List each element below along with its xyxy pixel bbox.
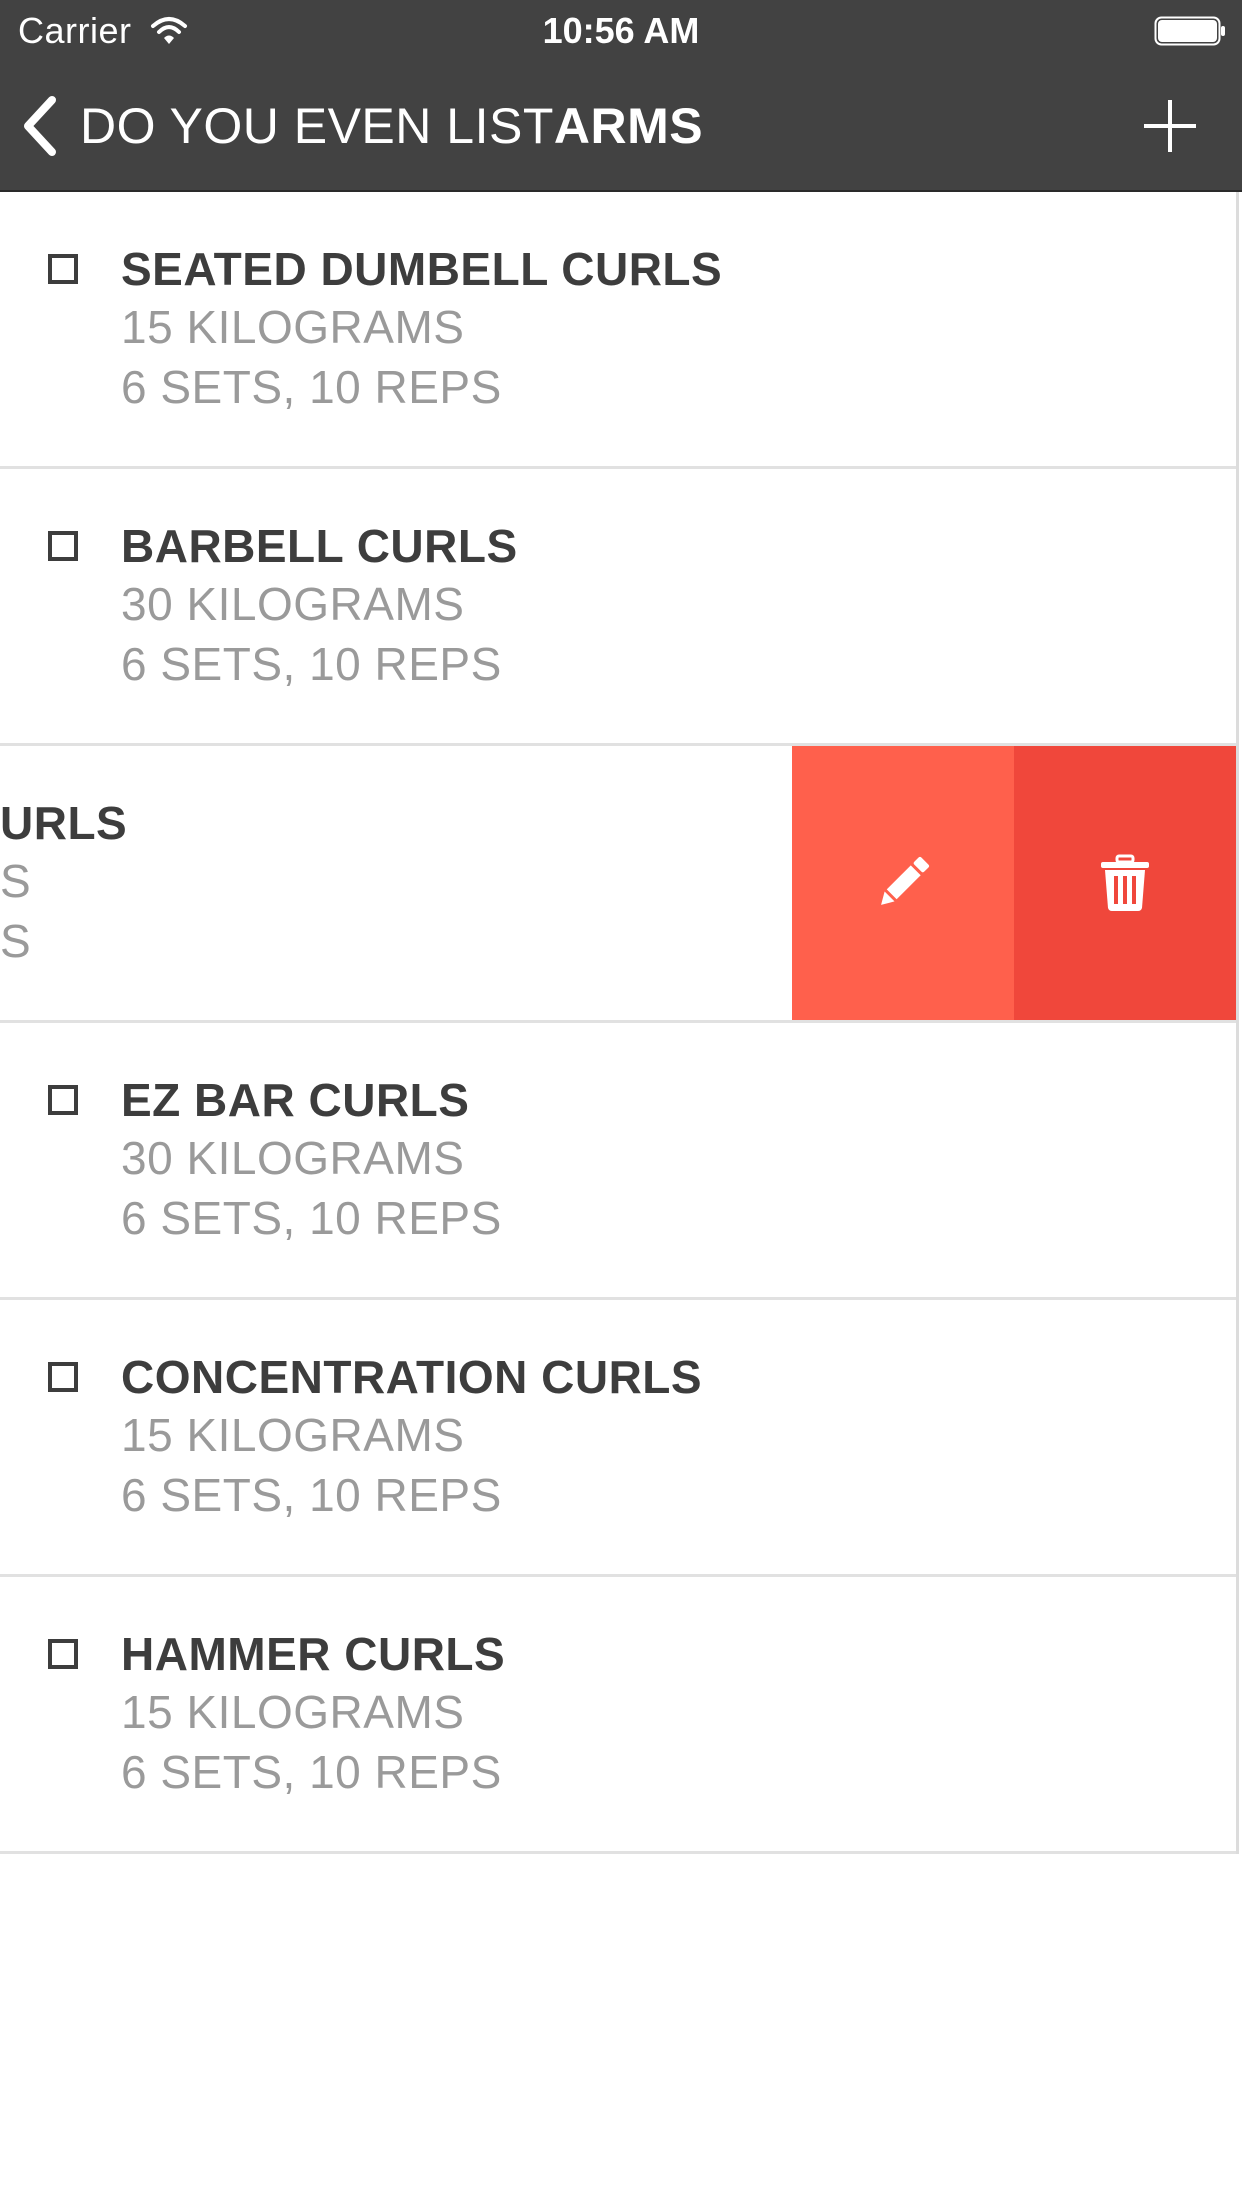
exercise-title: URLS xyxy=(0,797,128,849)
exercise-sets: 6 SETS, 10 REPS xyxy=(121,361,502,413)
status-bar: Carrier 10:56 AM xyxy=(0,0,1242,62)
exercise-weight: S xyxy=(0,855,32,907)
row-content: BARBELL CURLS 30 KILOGRAMS 6 SETS, 10 RE… xyxy=(0,469,1236,743)
swipe-actions xyxy=(792,746,1236,1020)
checkbox-unchecked-icon[interactable] xyxy=(48,1085,78,1115)
checkbox-unchecked-icon[interactable] xyxy=(48,531,78,561)
row-content: EZ BAR CURLS 30 KILOGRAMS 6 SETS, 10 REP… xyxy=(0,1023,1236,1297)
exercise-weight: 15 KILOGRAMS xyxy=(121,1686,465,1738)
page-title: DO YOU EVEN LISTARMS xyxy=(80,98,703,154)
list-item[interactable]: CONCENTRATION CURLS 15 KILOGRAMS 6 SETS,… xyxy=(0,1300,1236,1577)
exercise-sets: 6 SETS, 10 REPS xyxy=(121,1469,502,1521)
list-item[interactable]: HAMMER CURLS 15 KILOGRAMS 6 SETS, 10 REP… xyxy=(0,1577,1236,1854)
list-item[interactable]: BARBELL CURLS 30 KILOGRAMS 6 SETS, 10 RE… xyxy=(0,469,1236,746)
exercise-sets: 6 SETS, 10 REPS xyxy=(121,1192,502,1244)
exercise-list: SEATED DUMBELL CURLS 15 KILOGRAMS 6 SETS… xyxy=(0,192,1239,1854)
exercise-title: CONCENTRATION CURLS xyxy=(121,1351,703,1403)
exercise-weight: 30 KILOGRAMS xyxy=(121,578,465,630)
list-item[interactable]: SEATED DUMBELL CURLS 15 KILOGRAMS 6 SETS… xyxy=(0,192,1236,469)
exercise-sets: 6 SETS, 10 REPS xyxy=(121,638,502,690)
edit-button[interactable] xyxy=(792,746,1014,1020)
exercise-title: EZ BAR CURLS xyxy=(121,1074,470,1126)
pencil-icon xyxy=(881,856,930,905)
exercise-weight: 15 KILOGRAMS xyxy=(121,301,465,353)
exercise-title: HAMMER CURLS xyxy=(121,1628,506,1680)
add-item-button[interactable] xyxy=(1142,98,1198,154)
exercise-title: SEATED DUMBELL CURLS xyxy=(121,243,723,295)
app-header: Carrier 10:56 AM DO YOU EVEN LISTARMS xyxy=(0,0,1242,192)
row-content: HAMMER CURLS 15 KILOGRAMS 6 SETS, 10 REP… xyxy=(0,1577,1236,1851)
exercise-sets: 6 SETS, 10 REPS xyxy=(121,1746,502,1798)
checkbox-unchecked-icon[interactable] xyxy=(48,1639,78,1669)
back-button[interactable] xyxy=(18,94,62,158)
title-prefix: DO YOU EVEN LIST xyxy=(80,98,554,154)
list-item-swiped[interactable]: URLS S S xyxy=(0,746,1236,1023)
row-content: CONCENTRATION CURLS 15 KILOGRAMS 6 SETS,… xyxy=(0,1300,1236,1574)
navigation-bar: DO YOU EVEN LISTARMS xyxy=(0,62,1242,190)
checkbox-unchecked-icon[interactable] xyxy=(48,1362,78,1392)
row-content: SEATED DUMBELL CURLS 15 KILOGRAMS 6 SETS… xyxy=(0,192,1236,466)
delete-button[interactable] xyxy=(1014,746,1236,1020)
list-name: ARMS xyxy=(553,98,704,154)
list-item[interactable]: EZ BAR CURLS 30 KILOGRAMS 6 SETS, 10 REP… xyxy=(0,1023,1236,1300)
battery-icon xyxy=(1154,16,1225,46)
exercise-title: BARBELL CURLS xyxy=(121,520,518,572)
exercise-sets: S xyxy=(0,915,32,967)
exercise-weight: 15 KILOGRAMS xyxy=(121,1409,465,1461)
status-time: 10:56 AM xyxy=(542,10,700,51)
exercise-weight: 30 KILOGRAMS xyxy=(121,1132,465,1184)
trash-icon xyxy=(1101,854,1149,911)
row-content: URLS S S xyxy=(0,746,127,1020)
checkbox-unchecked-icon[interactable] xyxy=(48,254,78,284)
